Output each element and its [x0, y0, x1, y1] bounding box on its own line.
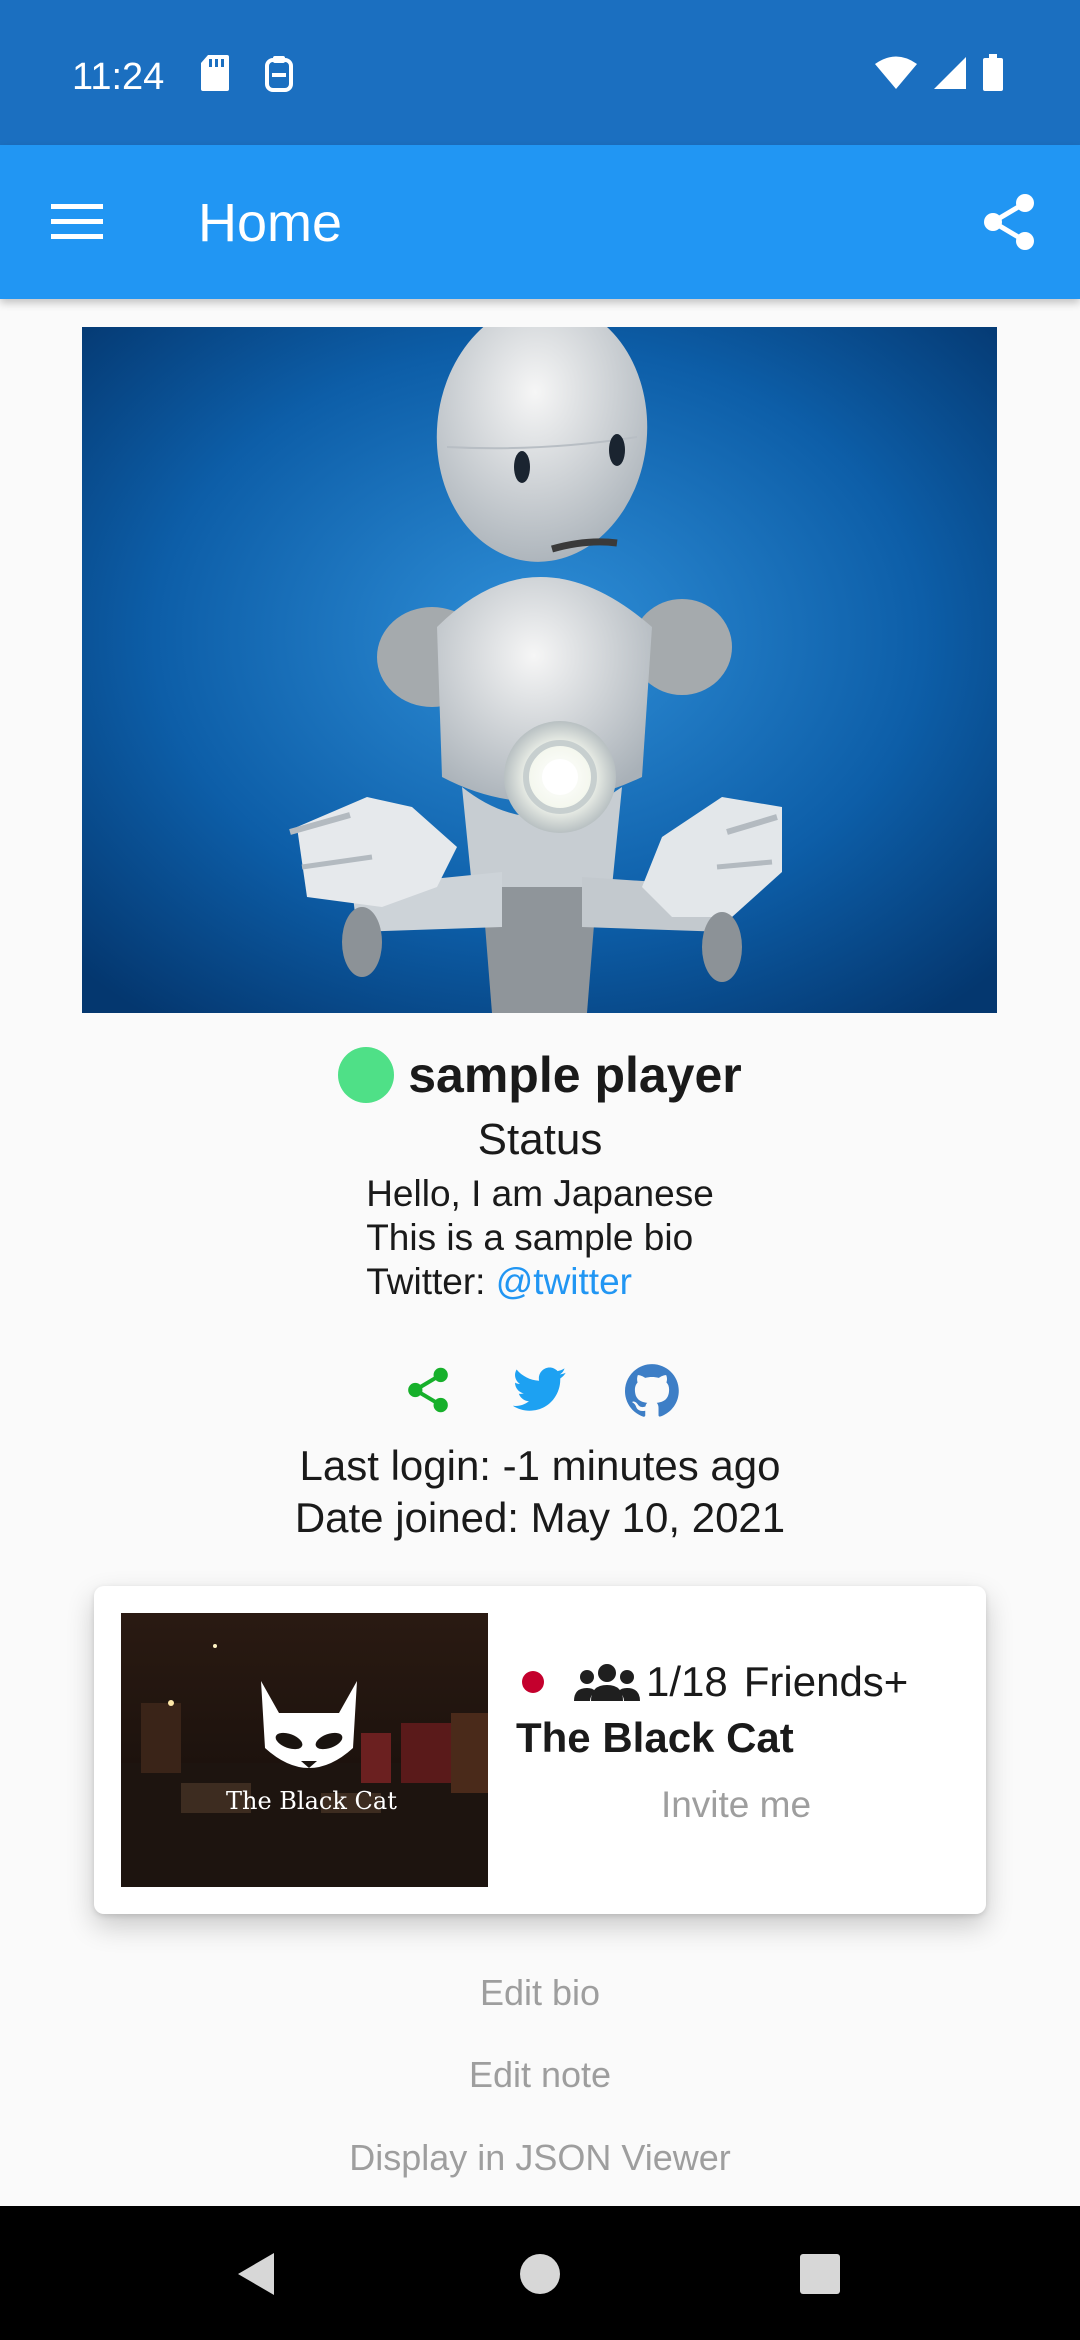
- invite-me-button[interactable]: Invite me: [516, 1784, 956, 1826]
- date-joined: Date joined: May 10, 2021: [294, 1494, 786, 1541]
- login-info: Last login: -1 minutes ago Date joined: …: [0, 1440, 1080, 1544]
- last-login: Last login: -1 minutes ago: [299, 1442, 781, 1489]
- user-count: 1/18: [646, 1658, 728, 1705]
- hamburger-menu-icon[interactable]: [40, 185, 114, 259]
- bio-line: Twitter: @twitter: [366, 1260, 714, 1304]
- bio: Hello, I am Japanese This is a sample bi…: [366, 1172, 714, 1304]
- json-viewer-button[interactable]: Display in JSON Viewer: [0, 2137, 1080, 2179]
- github-icon[interactable]: [624, 1362, 680, 1418]
- instance-card[interactable]: The Black Cat 1/18 Friends+ The Black Ca…: [94, 1586, 986, 1914]
- sd-card-icon: [200, 54, 230, 92]
- share-icon[interactable]: [972, 185, 1046, 259]
- users-icon: [574, 1663, 640, 1701]
- wifi-icon: [874, 55, 918, 91]
- edit-note-button[interactable]: Edit note: [0, 2054, 1080, 2096]
- instance-type: Friends+: [743, 1658, 909, 1705]
- avatar-image: [82, 327, 997, 1013]
- app-bar: Home: [0, 145, 1080, 299]
- status-bar: 11:24: [0, 0, 1080, 145]
- world-name: The Black Cat: [516, 1714, 794, 1761]
- edit-bio-button[interactable]: Edit bio: [0, 1972, 1080, 2014]
- twitter-label: Twitter:: [366, 1261, 496, 1302]
- bio-line: Hello, I am Japanese: [366, 1173, 714, 1214]
- region-flag-icon: [522, 1671, 544, 1693]
- battery-icon: [982, 54, 1004, 92]
- back-icon[interactable]: [224, 2242, 288, 2306]
- twitter-link[interactable]: @twitter: [496, 1261, 632, 1302]
- page-title: Home: [198, 193, 343, 253]
- online-status-indicator: [338, 1047, 395, 1103]
- home-icon[interactable]: [508, 2242, 572, 2306]
- world-thumbnail[interactable]: The Black Cat: [121, 1613, 488, 1887]
- share-icon[interactable]: [400, 1362, 456, 1418]
- profile-section: sample player Status Hello, I am Japanes…: [0, 1040, 1080, 1304]
- clipboard-icon: [264, 54, 294, 92]
- bio-line: This is a sample bio: [366, 1217, 694, 1258]
- player-name: sample player: [408, 1047, 742, 1103]
- navigation-bar: [0, 2206, 1080, 2340]
- signal-icon: [932, 55, 968, 91]
- recents-icon[interactable]: [788, 2242, 852, 2306]
- twitter-icon[interactable]: [512, 1362, 568, 1418]
- status-time: 11:24: [72, 56, 165, 98]
- player-status: Status: [477, 1115, 603, 1164]
- social-links: [0, 1362, 1080, 1418]
- instance-info: 1/18 Friends+ The Black Cat Invite me: [516, 1656, 956, 1826]
- thumbnail-caption: The Black Cat: [226, 1787, 397, 1815]
